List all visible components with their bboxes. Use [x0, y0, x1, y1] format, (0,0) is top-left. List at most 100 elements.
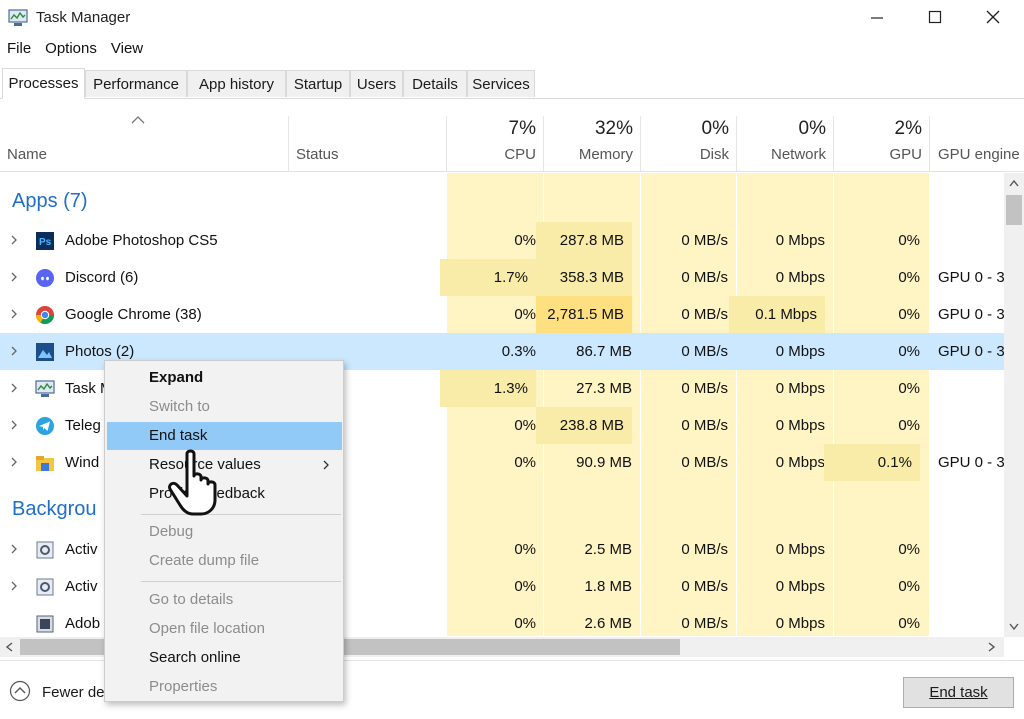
gpu-engine-value: GPU 0 - 3 [938, 306, 1005, 323]
cpu-value: 0% [514, 541, 536, 558]
chevron-right-icon[interactable] [9, 419, 19, 431]
memory-value: 287.8 MB [536, 222, 632, 259]
chevron-right-icon[interactable] [9, 271, 19, 283]
chevron-right-icon[interactable] [9, 580, 19, 592]
memory-value: 2.6 MB [584, 615, 632, 632]
vertical-scroll-thumb[interactable] [1006, 195, 1022, 225]
process-name: Photos (2) [65, 343, 135, 360]
tab-services[interactable]: Services [467, 70, 535, 97]
vertical-scrollbar[interactable] [1004, 173, 1024, 637]
process-row-photoshop[interactable]: Ps Adobe Photoshop CS5 0% 287.8 MB 0 MB/… [0, 222, 1004, 259]
network-value: 0 Mbps [775, 578, 825, 595]
tab-startup[interactable]: Startup [286, 70, 350, 97]
tab-details[interactable]: Details [403, 70, 467, 97]
disk-total: 0% [701, 118, 729, 139]
explorer-icon [36, 456, 54, 471]
network-value: 0 Mbps [775, 417, 825, 434]
close-button[interactable] [964, 0, 1022, 34]
menu-separator [141, 581, 341, 582]
process-name: Teleg [65, 417, 101, 434]
cpu-value: 0% [514, 578, 536, 595]
tab-performance[interactable]: Performance [85, 70, 187, 97]
memory-value: 90.9 MB [576, 454, 632, 471]
network-value: 0 Mbps [775, 541, 825, 558]
network-value: 0 Mbps [775, 343, 825, 360]
memory-total: 32% [594, 118, 633, 139]
gpu-value: 0% [898, 232, 920, 249]
chevron-right-icon[interactable] [9, 456, 19, 468]
collapse-details-icon[interactable] [9, 680, 31, 702]
column-network[interactable]: 0% Network [736, 116, 834, 171]
chevron-right-icon[interactable] [9, 543, 19, 555]
task-manager-icon [8, 9, 28, 26]
chevron-right-icon[interactable] [9, 308, 19, 320]
memory-value: 2.5 MB [584, 541, 632, 558]
process-name: Activ [65, 541, 98, 558]
column-network-label: Network [770, 146, 826, 163]
gpu-value: 0% [898, 615, 920, 632]
tab-users[interactable]: Users [350, 70, 403, 97]
column-cpu[interactable]: 7% CPU [446, 116, 544, 171]
cpu-value: 0% [514, 615, 536, 632]
scroll-left-icon[interactable] [5, 642, 13, 652]
process-row-chrome[interactable]: Google Chrome (38) 0% 2,781.5 MB 0 MB/s … [0, 296, 1005, 333]
network-total: 0% [798, 118, 826, 139]
tab-processes[interactable]: Processes [2, 68, 85, 99]
svg-text:Ps: Ps [39, 237, 52, 248]
menu-item-end-task[interactable]: End task [107, 422, 342, 450]
cpu-value: 0% [514, 306, 536, 323]
menu-item-go-to-details: Go to details [149, 591, 234, 608]
cpu-total: 7% [508, 118, 536, 139]
task-manager-icon [35, 380, 55, 397]
photoshop-icon: Ps [36, 232, 54, 250]
scroll-up-icon[interactable] [1009, 179, 1019, 187]
service-icon [36, 578, 54, 596]
discord-icon [36, 269, 54, 287]
end-task-button[interactable]: End task [903, 677, 1014, 708]
scroll-right-icon[interactable] [988, 642, 996, 652]
tab-app-history[interactable]: App history [187, 70, 286, 97]
menu-options[interactable]: Options [38, 38, 104, 62]
menu-item-switch-to: Switch to [149, 398, 210, 415]
menu-item-search-online[interactable]: Search online [107, 644, 342, 672]
gpu-value: 0% [898, 417, 920, 434]
column-gpu-engine[interactable]: GPU engine [929, 116, 1024, 171]
adobe-service-icon [36, 615, 54, 633]
process-name: Adobe Photoshop CS5 [65, 232, 218, 249]
column-gpu[interactable]: 2% GPU [833, 116, 930, 171]
minimize-icon [871, 17, 883, 19]
end-task-button-label: End task [929, 684, 988, 701]
menu-item-expand[interactable]: Expand [107, 364, 342, 392]
gpu-engine-value: GPU 0 - 3 [938, 343, 1005, 360]
memory-value: 1.8 MB [584, 578, 632, 595]
process-name: Wind [65, 454, 100, 471]
scroll-down-icon[interactable] [1009, 623, 1019, 631]
network-value: 0 Mbps [775, 232, 825, 249]
column-memory[interactable]: 32% Memory [543, 116, 641, 171]
gpu-value: 0% [898, 380, 920, 397]
menu-item-properties: Properties [149, 678, 218, 695]
column-status[interactable]: Status [288, 116, 447, 171]
disk-value: 0 MB/s [681, 578, 728, 595]
minimize-button[interactable] [848, 0, 906, 34]
cpu-value: 0% [514, 417, 536, 434]
disk-value: 0 MB/s [681, 232, 728, 249]
menu-view[interactable]: View [104, 38, 150, 62]
gpu-value: 0% [898, 541, 920, 558]
chevron-right-icon[interactable] [9, 234, 19, 246]
menu-item-create-dump-file: Create dump file [149, 552, 260, 569]
hand-pointer-icon [168, 449, 217, 516]
chevron-right-icon[interactable] [9, 345, 19, 357]
cpu-value: 0.3% [501, 343, 536, 360]
chevron-right-icon[interactable] [9, 382, 19, 394]
fewer-details-link[interactable]: Fewer de [42, 684, 105, 701]
column-disk[interactable]: 0% Disk [640, 116, 737, 171]
menu-item-debug: Debug [149, 523, 194, 540]
process-row-discord[interactable]: Discord (6) 1.7% 358.3 MB 0 MB/s 0 Mbps … [0, 259, 1005, 296]
close-icon [986, 10, 1000, 24]
disk-value: 0 MB/s [681, 615, 728, 632]
gpu-value: 0% [898, 578, 920, 595]
process-name: Adob [65, 615, 101, 632]
maximize-button[interactable] [906, 0, 964, 34]
menu-file[interactable]: File [0, 38, 38, 62]
